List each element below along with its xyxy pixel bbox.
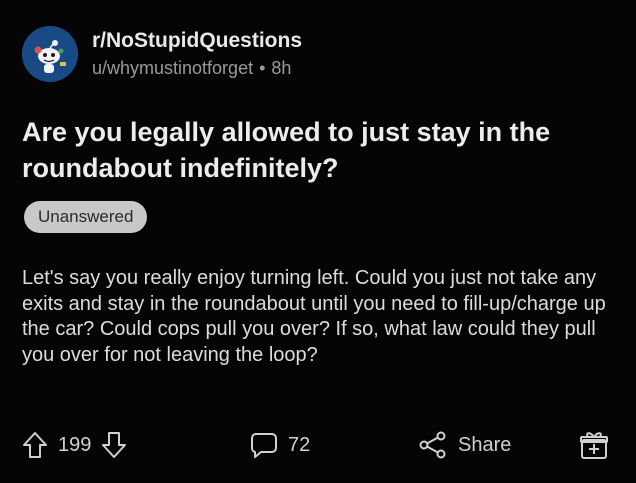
share-icon — [418, 430, 448, 460]
post-byline: u/whymustinotforget • 8h — [92, 56, 302, 80]
post-meta: r/NoStupidQuestions u/whymustinotforget •… — [92, 28, 302, 80]
comment-count: 72 — [288, 433, 311, 456]
subreddit-avatar-icon[interactable] — [22, 26, 78, 82]
vote-control: 199 — [22, 424, 127, 466]
flair-badge[interactable]: Unanswered — [24, 201, 148, 233]
subreddit-name[interactable]: r/NoStupidQuestions — [92, 28, 302, 54]
post-age: 8h — [271, 58, 292, 78]
byline-separator: • — [259, 58, 266, 78]
action-bar: 199 72 Share — [22, 424, 622, 466]
share-button[interactable]: Share — [418, 424, 511, 466]
post-header: r/NoStupidQuestions u/whymustinotforget •… — [22, 26, 302, 82]
upvote-arrow-icon[interactable] — [22, 431, 48, 459]
post-body: Let's say you really enjoy turning left.… — [22, 267, 606, 366]
gift-award-icon — [578, 429, 610, 461]
comment-bubble-icon — [250, 431, 278, 459]
share-label: Share — [458, 433, 512, 456]
upvote-count: 199 — [58, 433, 92, 456]
author-name[interactable]: u/whymustinotforget — [92, 58, 253, 78]
award-button[interactable] — [578, 424, 610, 466]
downvote-arrow-icon[interactable] — [101, 431, 127, 459]
post-card: r/NoStupidQuestions u/whymustinotforget •… — [0, 0, 636, 483]
comments-button[interactable]: 72 — [250, 424, 310, 466]
post-title[interactable]: Are you legally allowed to just stay in … — [22, 114, 612, 186]
